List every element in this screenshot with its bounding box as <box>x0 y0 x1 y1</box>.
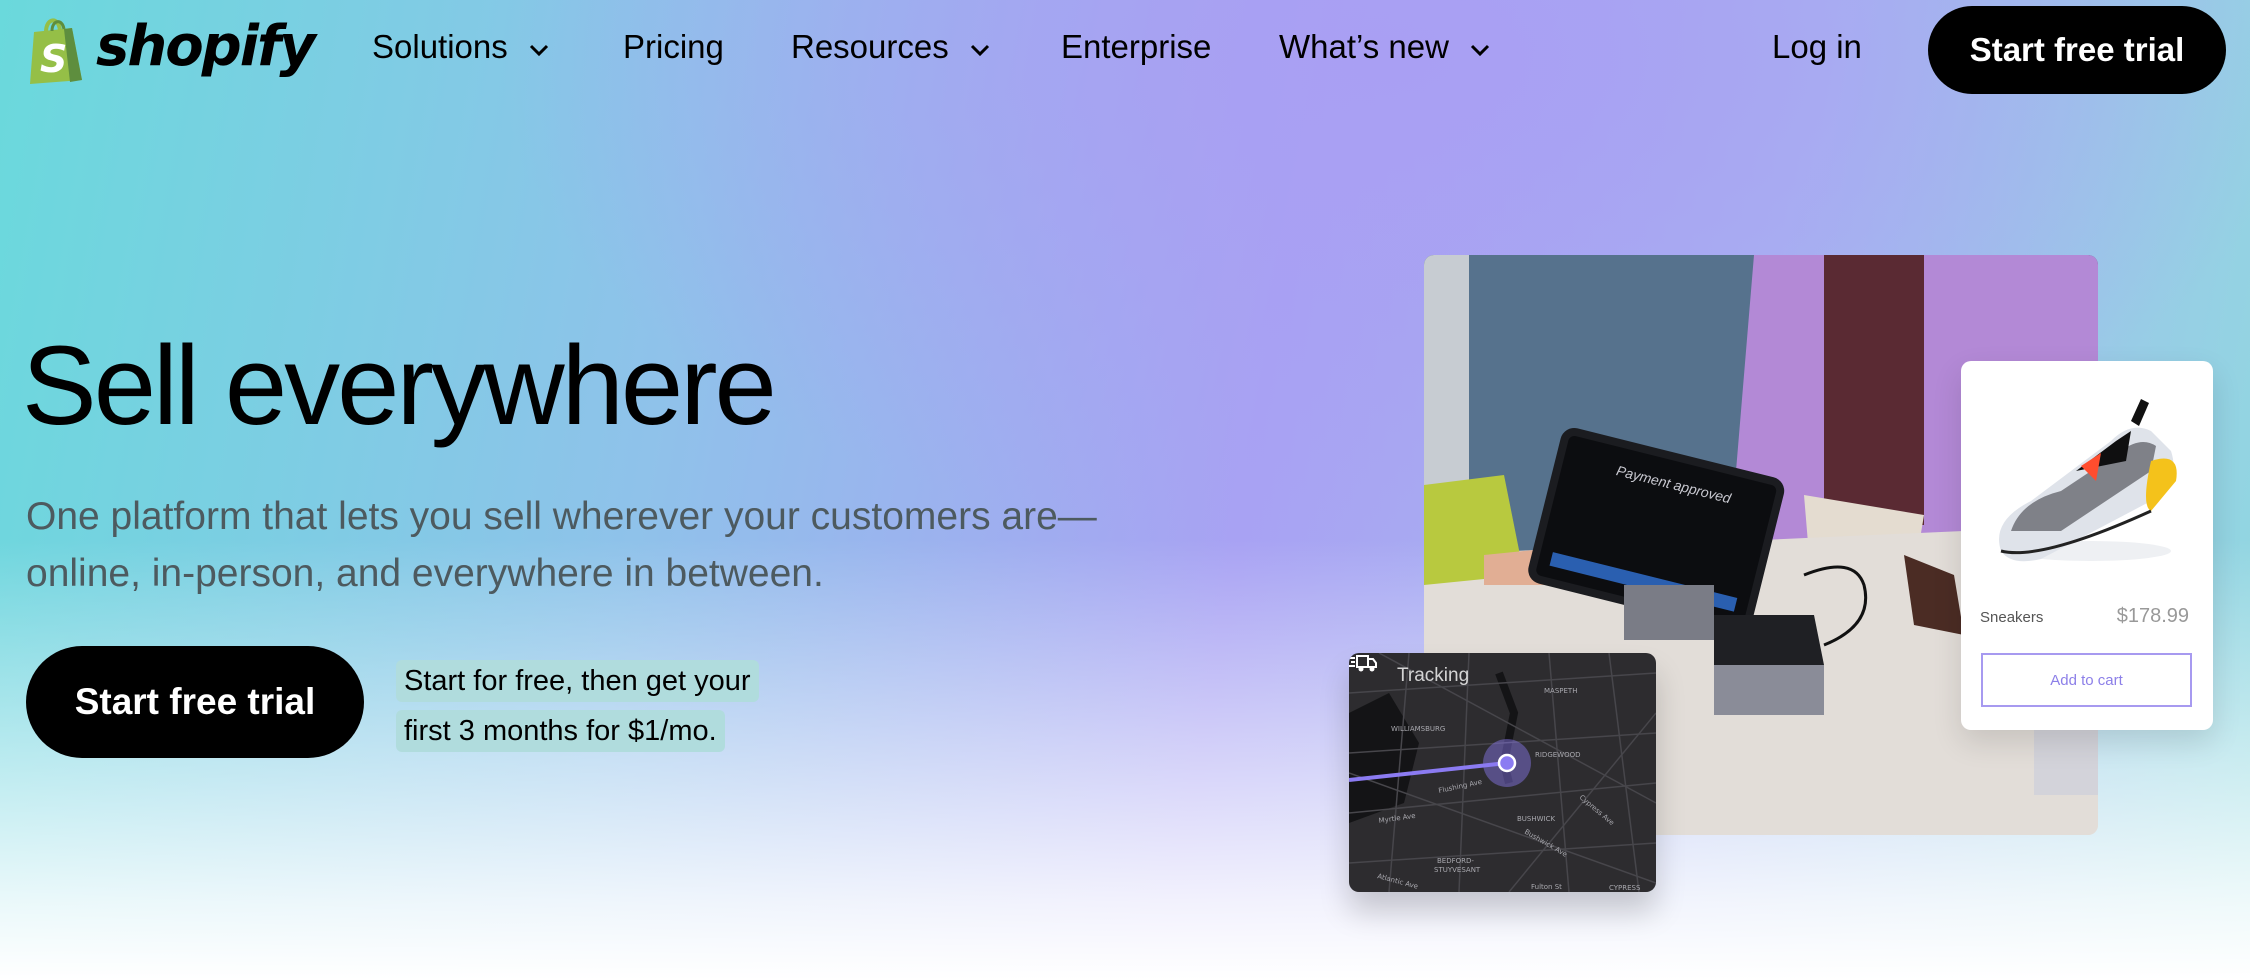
add-to-cart-button[interactable]: Add to cart <box>1981 653 2192 707</box>
tracking-card: MASPETH WILLIAMSBURG RIDGEWOOD Flushing … <box>1349 653 1656 892</box>
svg-text:BUSHWICK: BUSHWICK <box>1517 815 1556 823</box>
nav-enterprise[interactable]: Enterprise <box>1061 28 1211 66</box>
nav-start-trial-button[interactable]: Start free trial <box>1928 6 2226 94</box>
top-nav: S shopify Solutions Pricing Resources En… <box>0 0 2250 100</box>
nav-whats-new-label: What’s new <box>1279 28 1449 65</box>
svg-text:RIDGEWOOD: RIDGEWOOD <box>1535 751 1581 759</box>
hero-title: Sell everywhere <box>22 323 777 448</box>
svg-text:Myrtle Ave: Myrtle Ave <box>1378 812 1416 825</box>
chevron-down-icon <box>1470 44 1490 57</box>
chevron-down-icon <box>529 44 548 57</box>
svg-text:STUYVESANT: STUYVESANT <box>1434 866 1481 874</box>
product-price: $178.99 <box>2116 605 2189 627</box>
svg-text:Flushing Ave: Flushing Ave <box>1438 778 1483 795</box>
svg-text:CYPRESS: CYPRESS <box>1609 884 1641 892</box>
tracking-map: MASPETH WILLIAMSBURG RIDGEWOOD Flushing … <box>1349 653 1656 892</box>
hero-subtitle: One platform that lets you sell wherever… <box>26 495 1097 595</box>
promo-note: Start for free, then get your first 3 mo… <box>396 660 759 760</box>
nav-solutions-label: Solutions <box>372 28 508 65</box>
chevron-down-icon <box>970 44 989 57</box>
svg-text:Atlantic Ave: Atlantic Ave <box>1376 872 1418 891</box>
nav-solutions[interactable]: Solutions <box>372 28 550 66</box>
login-link[interactable]: Log in <box>1772 28 1862 66</box>
truck-icon <box>1349 655 1377 672</box>
svg-text:MASPETH: MASPETH <box>1544 687 1577 695</box>
svg-text:Fulton St: Fulton St <box>1531 883 1562 891</box>
shopify-logo[interactable]: S shopify <box>26 13 316 84</box>
nav-whats-new[interactable]: What’s new <box>1279 28 1491 66</box>
promo-line-1: Start for free, then get your <box>396 660 759 702</box>
nav-enterprise-label: Enterprise <box>1061 28 1212 65</box>
product-name: Sneakers <box>1980 609 2044 626</box>
nav-pricing[interactable]: Pricing <box>623 28 724 66</box>
nav-pricing-label: Pricing <box>623 28 724 65</box>
shopping-bag-icon: S <box>30 18 82 84</box>
logo-wordmark: shopify <box>96 13 316 79</box>
svg-text:BEDFORD-: BEDFORD- <box>1437 857 1474 865</box>
nav-resources[interactable]: Resources <box>791 28 991 66</box>
sneaker-image <box>1999 399 2177 562</box>
location-pin <box>1497 753 1517 773</box>
product-card: Sneakers $178.99 Add to cart <box>1961 361 2213 730</box>
svg-text:S: S <box>40 37 67 81</box>
promo-line-2: first 3 months for $1/mo. <box>396 710 725 752</box>
svg-text:Bushwick Ave: Bushwick Ave <box>1523 828 1569 859</box>
svg-text:WILLIAMSBURG: WILLIAMSBURG <box>1391 725 1445 733</box>
nav-resources-label: Resources <box>791 28 949 65</box>
tracking-label: Tracking <box>1397 665 1470 686</box>
hero-start-trial-button[interactable]: Start free trial <box>26 646 364 758</box>
svg-text:Cypress Ave: Cypress Ave <box>1578 793 1616 827</box>
